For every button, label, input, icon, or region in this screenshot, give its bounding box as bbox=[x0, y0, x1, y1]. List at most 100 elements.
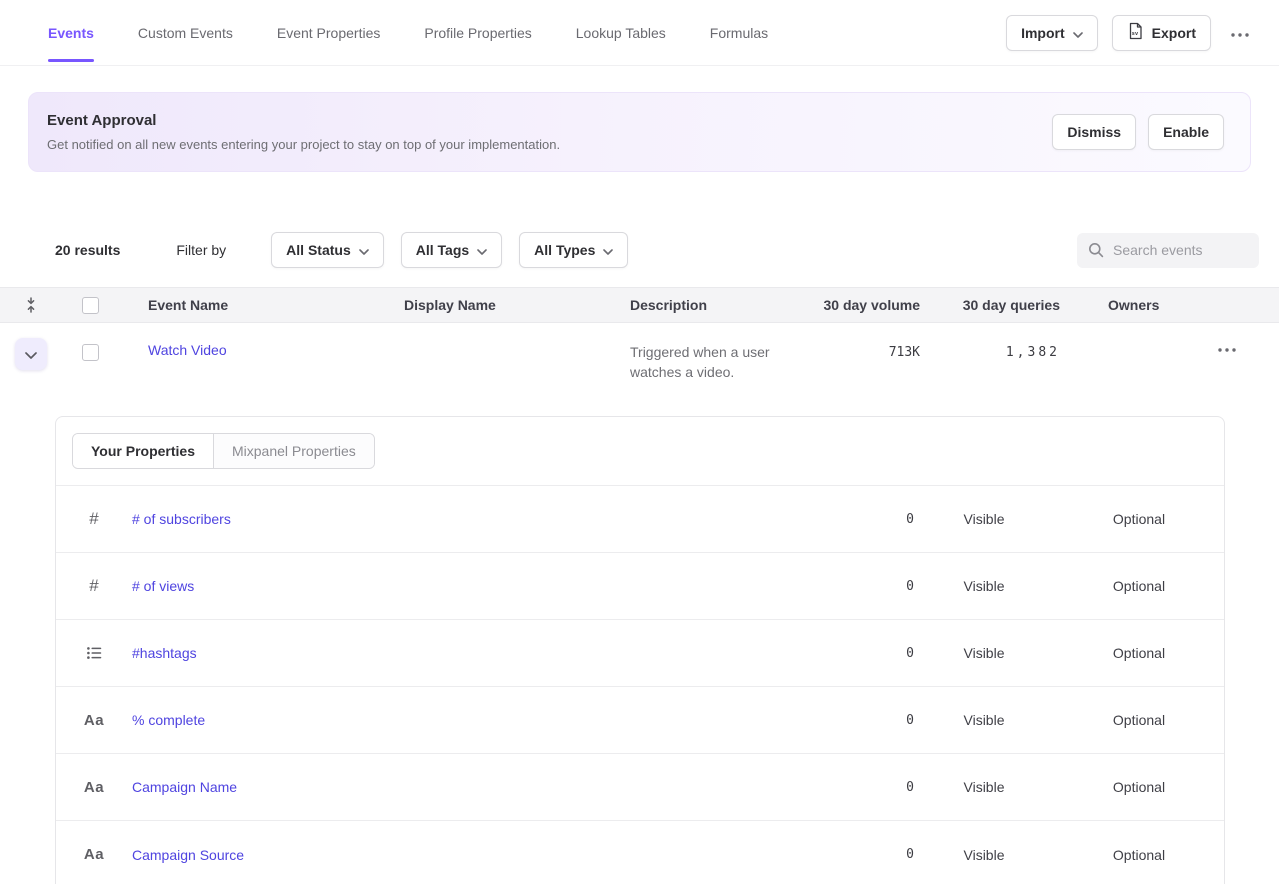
status-filter-dropdown[interactable]: All Status bbox=[271, 232, 384, 268]
property-visibility[interactable]: Visible bbox=[914, 847, 1054, 863]
property-row: #hashtags 0 Visible Optional bbox=[56, 620, 1224, 687]
property-volume: 0 bbox=[804, 847, 914, 862]
select-all-checkbox[interactable] bbox=[82, 297, 99, 314]
property-volume: 0 bbox=[804, 780, 914, 795]
tags-filter-label: All Tags bbox=[416, 242, 469, 258]
top-nav: Events Custom Events Event Properties Pr… bbox=[0, 0, 1279, 66]
property-visibility[interactable]: Visible bbox=[914, 511, 1054, 527]
table-row-watch-video: Watch Video Triggered when a user watche… bbox=[0, 323, 1279, 402]
export-button-label: Export bbox=[1152, 25, 1196, 41]
search-input[interactable] bbox=[1077, 233, 1259, 268]
property-volume: 0 bbox=[804, 579, 914, 594]
chevron-down-icon bbox=[359, 242, 369, 258]
status-filter-label: All Status bbox=[286, 242, 351, 258]
property-row: Aa Campaign Source 0 Visible Optional bbox=[56, 821, 1224, 884]
tab-events-label: Events bbox=[48, 25, 94, 41]
tab-formulas-label: Formulas bbox=[710, 25, 768, 41]
event-name-link[interactable]: Watch Video bbox=[148, 338, 404, 358]
property-name-link[interactable]: Campaign Source bbox=[132, 847, 804, 863]
event-approval-banner: Event Approval Get notified on all new e… bbox=[28, 92, 1251, 172]
tab-mixpanel-properties[interactable]: Mixpanel Properties bbox=[213, 434, 374, 468]
export-button[interactable]: sv Export bbox=[1112, 15, 1211, 51]
text-icon: Aa bbox=[82, 846, 106, 863]
filter-by-label: Filter by bbox=[176, 242, 226, 258]
tab-event-properties[interactable]: Event Properties bbox=[277, 0, 381, 65]
property-volume: 0 bbox=[804, 646, 914, 661]
number-icon: # bbox=[82, 509, 106, 529]
tab-formulas[interactable]: Formulas bbox=[710, 0, 768, 65]
property-visibility[interactable]: Visible bbox=[914, 779, 1054, 795]
types-filter-dropdown[interactable]: All Types bbox=[519, 232, 628, 268]
property-volume: 0 bbox=[804, 512, 914, 527]
collapse-all-icon[interactable] bbox=[24, 297, 38, 313]
col-event-name: Event Name bbox=[148, 297, 404, 313]
enable-button[interactable]: Enable bbox=[1148, 114, 1224, 150]
list-icon bbox=[82, 645, 106, 661]
property-requirement[interactable]: Optional bbox=[1054, 645, 1224, 661]
nav-more-button[interactable] bbox=[1225, 21, 1255, 44]
property-requirement[interactable]: Optional bbox=[1054, 779, 1224, 795]
banner-description: Get notified on all new events entering … bbox=[47, 136, 560, 154]
event-volume: 713K bbox=[820, 338, 920, 360]
event-description: Triggered when a user watches a video. bbox=[630, 338, 820, 382]
dismiss-button[interactable]: Dismiss bbox=[1052, 114, 1136, 150]
col-volume: 30 day volume bbox=[820, 297, 920, 313]
search-icon bbox=[1088, 242, 1104, 261]
tab-lookup-tables[interactable]: Lookup Tables bbox=[576, 0, 666, 65]
chevron-down-icon bbox=[477, 242, 487, 258]
property-name-link[interactable]: #hashtags bbox=[132, 645, 804, 661]
properties-panel: Your Properties Mixpanel Properties # # … bbox=[55, 416, 1225, 884]
tab-lookup-tables-label: Lookup Tables bbox=[576, 25, 666, 41]
property-visibility[interactable]: Visible bbox=[914, 712, 1054, 728]
property-row: # # of subscribers 0 Visible Optional bbox=[56, 486, 1224, 553]
tab-event-properties-label: Event Properties bbox=[277, 25, 381, 41]
property-visibility[interactable]: Visible bbox=[914, 645, 1054, 661]
property-requirement[interactable]: Optional bbox=[1054, 847, 1224, 863]
property-visibility[interactable]: Visible bbox=[914, 578, 1054, 594]
results-count: 20 results bbox=[55, 242, 120, 258]
more-options-icon bbox=[1218, 340, 1236, 355]
banner-title: Event Approval bbox=[47, 111, 560, 131]
tab-profile-properties-label: Profile Properties bbox=[424, 25, 531, 41]
types-filter-label: All Types bbox=[534, 242, 595, 258]
text-icon: Aa bbox=[82, 779, 106, 796]
number-icon: # bbox=[82, 576, 106, 596]
properties-tabbar: Your Properties Mixpanel Properties bbox=[56, 417, 1224, 486]
property-requirement[interactable]: Optional bbox=[1054, 712, 1224, 728]
property-name-link[interactable]: % complete bbox=[132, 712, 804, 728]
text-icon: Aa bbox=[82, 712, 106, 729]
property-requirement[interactable]: Optional bbox=[1054, 511, 1224, 527]
property-requirement[interactable]: Optional bbox=[1054, 578, 1224, 594]
col-display-name: Display Name bbox=[404, 297, 630, 313]
svg-text:sv: sv bbox=[1131, 31, 1138, 37]
chevron-down-icon bbox=[1073, 25, 1083, 41]
tab-events[interactable]: Events bbox=[48, 0, 94, 65]
import-button[interactable]: Import bbox=[1006, 15, 1098, 51]
tab-custom-events-label: Custom Events bbox=[138, 25, 233, 41]
property-name-link[interactable]: # of subscribers bbox=[132, 511, 804, 527]
property-row: Aa % complete 0 Visible Optional bbox=[56, 687, 1224, 754]
events-table-header: Event Name Display Name Description 30 d… bbox=[0, 287, 1279, 323]
tags-filter-dropdown[interactable]: All Tags bbox=[401, 232, 502, 268]
import-button-label: Import bbox=[1021, 25, 1065, 41]
property-name-link[interactable]: Campaign Name bbox=[132, 779, 804, 795]
property-row: # # of views 0 Visible Optional bbox=[56, 553, 1224, 620]
col-owners: Owners bbox=[1060, 297, 1200, 313]
row-expander-button[interactable] bbox=[15, 338, 47, 370]
tab-profile-properties[interactable]: Profile Properties bbox=[424, 0, 531, 65]
tab-your-properties[interactable]: Your Properties bbox=[73, 434, 213, 468]
row-more-button[interactable] bbox=[1200, 338, 1279, 359]
export-csv-icon: sv bbox=[1127, 22, 1144, 43]
tab-custom-events[interactable]: Custom Events bbox=[138, 0, 233, 65]
nav-tabs: Events Custom Events Event Properties Pr… bbox=[48, 0, 768, 65]
chevron-down-icon bbox=[25, 347, 37, 362]
filter-bar: 20 results Filter by All Status All Tags… bbox=[55, 232, 1259, 268]
chevron-down-icon bbox=[603, 242, 613, 258]
col-queries: 30 day queries bbox=[920, 297, 1060, 313]
col-description: Description bbox=[630, 297, 820, 313]
more-options-icon bbox=[1231, 25, 1249, 40]
search-box bbox=[1077, 233, 1259, 268]
row-checkbox[interactable] bbox=[82, 344, 99, 361]
property-volume: 0 bbox=[804, 713, 914, 728]
property-name-link[interactable]: # of views bbox=[132, 578, 804, 594]
